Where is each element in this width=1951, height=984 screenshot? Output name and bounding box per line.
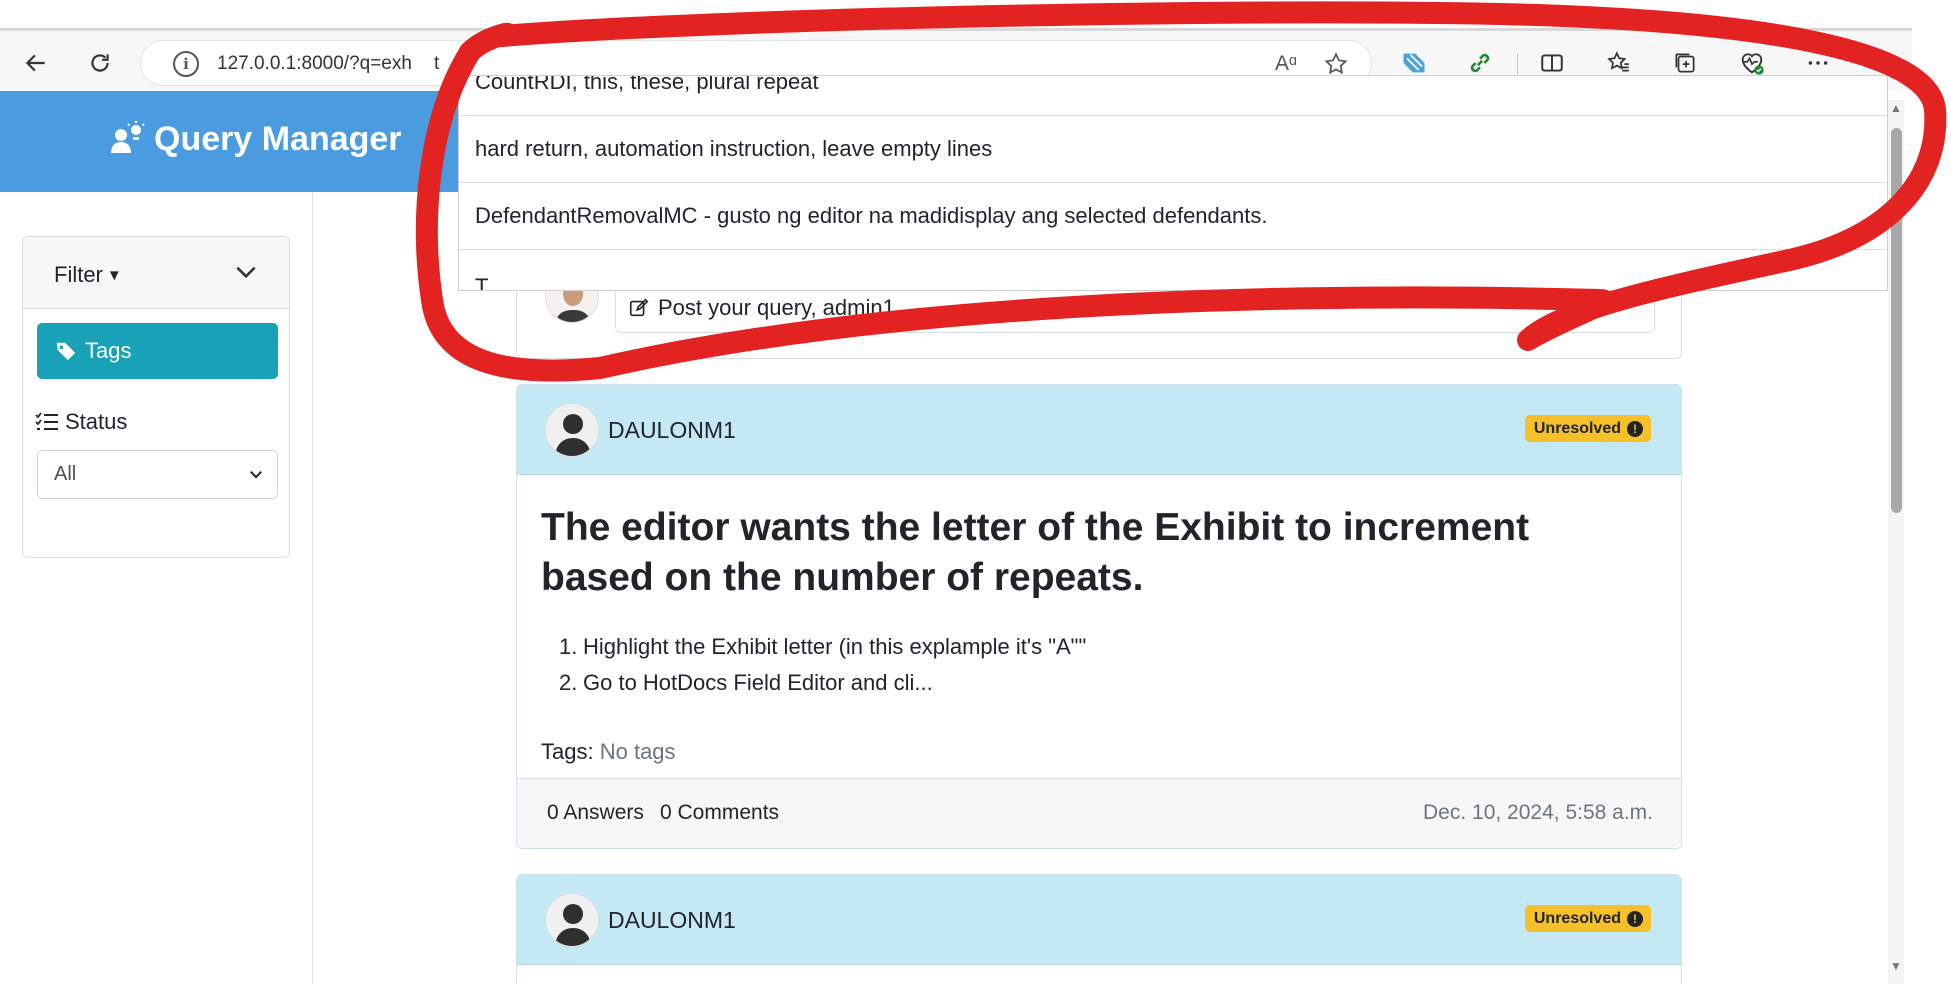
exclamation-circle-icon: ! bbox=[1627, 910, 1643, 927]
query-card-footer: 0 Answers 0 Comments Dec. 10, 2024, 5:58… bbox=[517, 778, 1681, 848]
search-suggestions-dropdown: CountRDI, this, these, plural repeat har… bbox=[458, 75, 1888, 291]
app-title: Query Manager bbox=[154, 119, 402, 158]
app-brand[interactable]: Query Manager bbox=[108, 119, 402, 159]
tags-button-label: Tags bbox=[85, 338, 132, 363]
filter-title: Filter ▼ bbox=[54, 262, 122, 287]
comments-count[interactable]: 0 Comments bbox=[660, 801, 779, 825]
query-author[interactable]: DAULONM1 bbox=[608, 417, 736, 444]
query-card[interactable]: DAULONM1 Unresolved ! bbox=[516, 874, 1682, 984]
query-date: Dec. 10, 2024, 5:58 a.m. bbox=[1423, 801, 1653, 824]
tag-icon bbox=[56, 342, 76, 361]
list-item: 1. Highlight the Exhibit letter (in this … bbox=[559, 634, 1087, 659]
post-query-placeholder: Post your query, admin1 bbox=[658, 295, 895, 320]
query-card-header: DAULONM1 Unresolved ! bbox=[517, 385, 1681, 475]
suggestion-item[interactable]: DefendantRemovalMC - gusto ng editor na … bbox=[459, 183, 1887, 250]
suggestion-item[interactable]: CountRDI, this, these, plural repeat bbox=[459, 76, 1887, 116]
chevron-down-icon bbox=[249, 470, 263, 479]
browser-window: i 127.0.0.1:8000/?q=exh t Aᵅ Query Manag… bbox=[0, 0, 1951, 984]
status-badge: Unresolved ! bbox=[1524, 905, 1651, 932]
toolbar-separator bbox=[1517, 53, 1518, 75]
tags-button[interactable]: Tags bbox=[37, 323, 278, 379]
scrollbar-thumb[interactable] bbox=[1891, 128, 1902, 513]
query-card-header: DAULONM1 Unresolved ! bbox=[517, 875, 1681, 965]
status-selected-value: All bbox=[54, 463, 77, 485]
suggestion-item[interactable]: hard return, automation instruction, lea… bbox=[459, 116, 1887, 183]
users-lightbulb-icon bbox=[111, 121, 145, 153]
back-icon[interactable] bbox=[18, 45, 54, 81]
filter-panel: Filter ▼ Tags Status All bbox=[22, 236, 290, 558]
query-tags: Tags: No tags bbox=[541, 739, 676, 764]
exclamation-circle-icon: ! bbox=[1627, 420, 1643, 437]
query-card[interactable]: DAULONM1 Unresolved ! The editor wants t… bbox=[516, 384, 1682, 849]
query-author[interactable]: DAULONM1 bbox=[608, 907, 736, 934]
info-icon[interactable]: i bbox=[173, 51, 199, 77]
query-title[interactable]: The editor wants the letter of the Exhib… bbox=[541, 503, 1641, 603]
status-label: Status bbox=[35, 409, 127, 435]
status-badge: Unresolved ! bbox=[1524, 415, 1651, 442]
page-scrollbar[interactable]: ▲ ▼ bbox=[1888, 100, 1904, 984]
chevron-down-icon[interactable] bbox=[233, 259, 259, 285]
edit-icon bbox=[629, 298, 649, 317]
caret-down-icon: ▼ bbox=[106, 266, 122, 284]
app-header: Query Manager bbox=[0, 91, 460, 192]
scroll-up-icon[interactable]: ▲ bbox=[1890, 102, 1902, 114]
status-select[interactable]: All bbox=[37, 450, 278, 499]
refresh-icon[interactable] bbox=[82, 45, 118, 81]
sidebar-divider bbox=[312, 192, 313, 984]
user-avatar bbox=[545, 893, 599, 947]
checklist-icon bbox=[35, 412, 58, 430]
query-excerpt-list: 1. Highlight the Exhibit letter (in this … bbox=[559, 629, 1086, 701]
no-tags-text: No tags bbox=[599, 739, 676, 764]
filter-header[interactable]: Filter ▼ bbox=[23, 237, 289, 309]
user-avatar bbox=[545, 403, 599, 457]
suggestion-item[interactable]: T bbox=[459, 250, 1887, 290]
answers-count[interactable]: 0 Answers bbox=[547, 801, 644, 825]
url-text: 127.0.0.1:8000/?q=exh t bbox=[217, 53, 440, 74]
list-item: 2. Go to HotDocs Field Editor and cli... bbox=[559, 670, 933, 695]
scroll-down-icon[interactable]: ▼ bbox=[1890, 960, 1902, 972]
